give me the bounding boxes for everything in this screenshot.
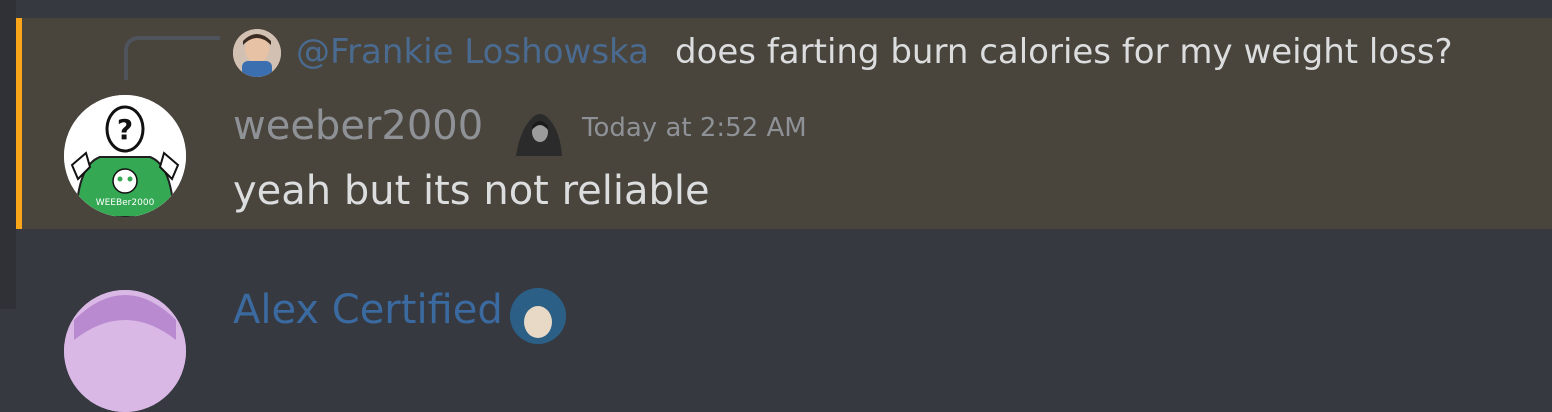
reply-avatar[interactable]	[233, 29, 281, 77]
reply-preview-text[interactable]: does farting burn calories for my weight…	[675, 28, 1453, 76]
hooded-figure-icon	[516, 114, 562, 156]
message-content: yeah but its not reliable	[233, 168, 710, 214]
timestamp[interactable]: Today at 2:52 AM	[582, 110, 807, 146]
user-avatar[interactable]: ? WEEBer2000	[64, 95, 186, 217]
next-user-avatar[interactable]	[64, 290, 186, 412]
user-avatar-icon: ? WEEBer2000	[64, 95, 186, 217]
reply-spine	[124, 36, 220, 80]
next-role-badge[interactable]	[510, 288, 566, 344]
left-gutter	[0, 0, 16, 309]
username[interactable]: weeber2000	[233, 100, 483, 152]
svg-text:?: ?	[117, 113, 133, 146]
next-username[interactable]: Alex Certified	[233, 284, 503, 336]
reply-mention[interactable]: @Frankie Loshowska	[296, 28, 649, 76]
previous-message-gap	[16, 0, 1552, 18]
reply-avatar-icon	[233, 29, 281, 77]
user-badge-icon	[510, 288, 566, 344]
role-badge[interactable]	[510, 104, 568, 156]
next-user-avatar-icon	[64, 290, 186, 412]
avatar-caption: WEEBer2000	[96, 198, 155, 208]
